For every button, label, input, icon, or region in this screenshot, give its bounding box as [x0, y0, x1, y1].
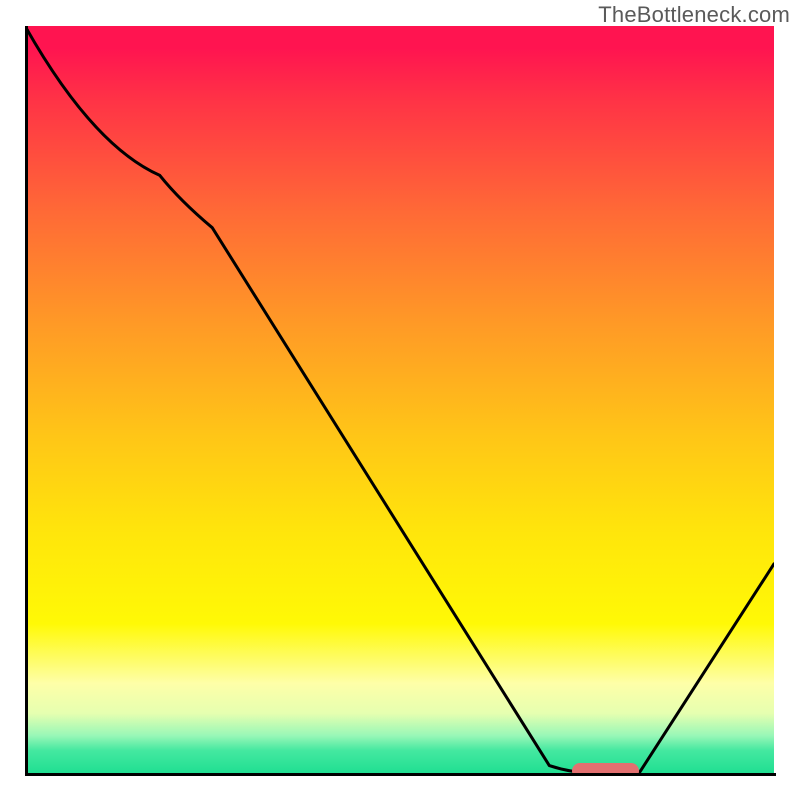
optimal-range-marker: [572, 763, 639, 773]
chart-container: TheBottleneck.com: [0, 0, 800, 800]
plot-area: [25, 26, 774, 773]
attribution-text: TheBottleneck.com: [598, 2, 790, 28]
bottleneck-curve: [25, 26, 774, 773]
